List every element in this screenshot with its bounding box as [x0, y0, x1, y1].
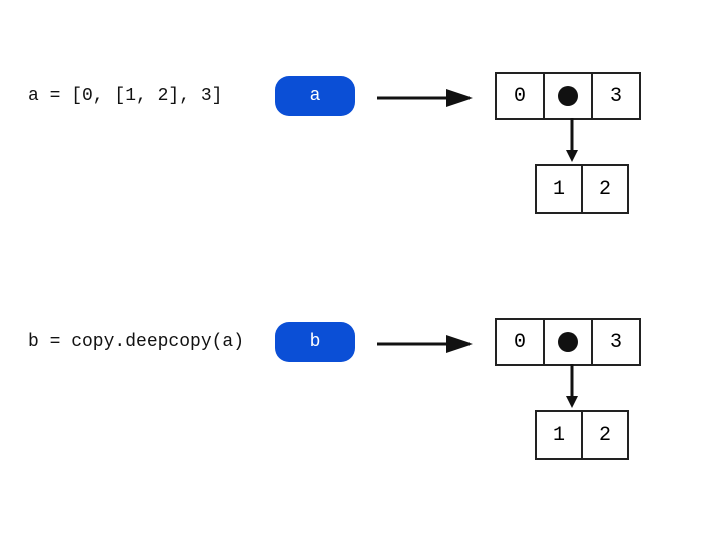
list-cell: 3: [591, 318, 641, 366]
list-value: 2: [599, 178, 611, 201]
list-value: 0: [514, 331, 526, 354]
arrow-right-icon: [375, 86, 485, 110]
pointer-dot-icon: [558, 332, 578, 352]
list-value: 1: [553, 178, 565, 201]
list-cell: 1: [535, 164, 583, 214]
arrow-right-icon: [375, 332, 485, 356]
outer-list-a: 0 3: [495, 72, 641, 120]
arrow-down-icon: [560, 116, 584, 166]
list-value: 3: [610, 331, 622, 354]
variable-pill-b: b: [275, 322, 355, 362]
diagram-row-a: a = [0, [1, 2], 3] a 0 3 1 2: [0, 72, 720, 232]
list-cell: 1: [535, 410, 583, 460]
inner-list-a: 1 2: [535, 164, 629, 214]
pointer-dot-icon: [558, 86, 578, 106]
list-cell: 0: [495, 318, 545, 366]
list-value: 1: [553, 424, 565, 447]
list-cell-pointer: [543, 318, 593, 366]
code-line-a: a = [0, [1, 2], 3]: [28, 86, 222, 106]
diagram-row-b: b = copy.deepcopy(a) b 0 3 1 2: [0, 318, 720, 478]
variable-label: b: [310, 332, 321, 352]
list-value: 0: [514, 85, 526, 108]
list-value: 2: [599, 424, 611, 447]
list-cell: 3: [591, 72, 641, 120]
outer-list-b: 0 3: [495, 318, 641, 366]
inner-list-b: 1 2: [535, 410, 629, 460]
list-value: 3: [610, 85, 622, 108]
code-line-b: b = copy.deepcopy(a): [28, 332, 244, 352]
arrow-down-icon: [560, 362, 584, 412]
list-cell: 2: [581, 164, 629, 214]
list-cell-pointer: [543, 72, 593, 120]
variable-pill-a: a: [275, 76, 355, 116]
list-cell: 2: [581, 410, 629, 460]
list-cell: 0: [495, 72, 545, 120]
variable-label: a: [310, 86, 321, 106]
